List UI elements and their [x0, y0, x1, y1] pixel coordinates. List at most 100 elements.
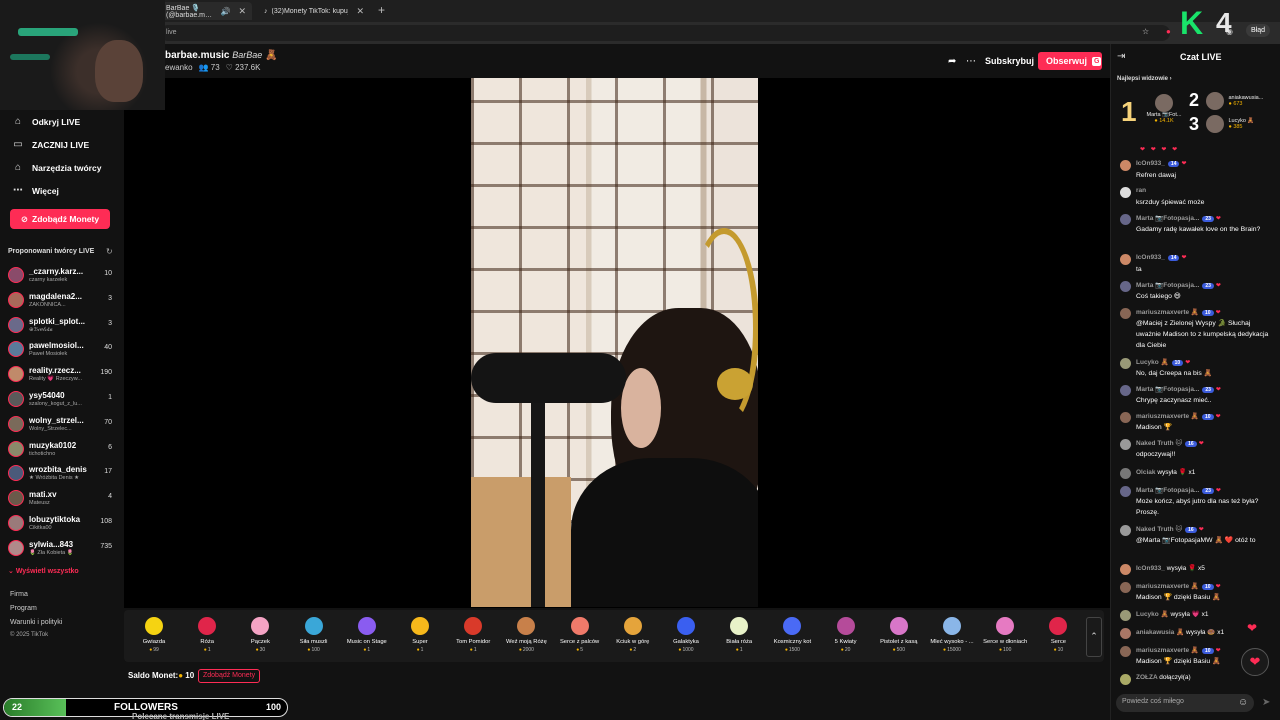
gift-item[interactable]: Mleć wysoko - ... 15000	[926, 614, 978, 660]
gift-item[interactable]: Galaktyka 1000	[660, 614, 712, 660]
tab-barbae[interactable]: BarBae 🎙️ (@barbae.m… 🔊 ✕	[160, 2, 252, 20]
get-coins-button[interactable]: ⊘ Zdobądź Monety	[10, 209, 110, 229]
chat-username[interactable]: mariuszmaxverte 🧸 10 ❤	[1136, 582, 1221, 590]
gift-item[interactable]: Tom Pomidor 1	[447, 614, 499, 660]
suggested-creator[interactable]: wrozbita_denis ★ Wróżbita Denis ★ 17	[8, 463, 114, 485]
fan-badge: 23	[1202, 216, 1214, 222]
viewer-count: 17	[104, 468, 112, 476]
top-viewer-3[interactable]: Lucyko 🧸 ● 385	[1206, 115, 1266, 133]
gift-item[interactable]: Serce z palców 5	[554, 614, 606, 660]
k4-logo: K 4	[1180, 6, 1242, 40]
chat-text: Gadamy radę kawałek love on the Brain?	[1136, 226, 1261, 233]
live-video[interactable]	[471, 78, 758, 607]
nav-more[interactable]: ⋯ Więcej	[12, 185, 59, 196]
chat-username[interactable]: mariuszmaxverte 🧸 10 ❤	[1136, 308, 1221, 316]
gift-item[interactable]: Pączek 30	[234, 614, 286, 660]
gift-item[interactable]: Kciuk w górę 2	[607, 614, 659, 660]
nav-discover-live[interactable]: ⌂ Odkryj LIVE	[12, 116, 80, 127]
chat-username[interactable]: Marta 📷Fotopasja... 23 ❤	[1136, 214, 1221, 222]
nav-start-live[interactable]: ▭ ZACZNIJ LIVE	[12, 139, 89, 150]
gift-item[interactable]: Pistolet z kasą 500	[873, 614, 925, 660]
speaker-icon[interactable]: 🔊	[220, 7, 230, 16]
more-options-icon[interactable]: ⋯	[966, 52, 976, 70]
footer-company-link[interactable]: Firma	[10, 591, 28, 598]
refresh-icon[interactable]: ↻	[106, 247, 113, 256]
close-icon[interactable]: ✕	[238, 6, 246, 17]
footer-program-link[interactable]: Program	[10, 605, 37, 612]
chat-username[interactable]: aniakawusia 🧸 wysyła 🍩 x1	[1136, 628, 1224, 636]
chat-username[interactable]: Marta 📷Fotopasja... 23 ❤	[1136, 486, 1221, 494]
chat-username[interactable]: IcOn933_ 14 ❤	[1136, 160, 1187, 167]
gift-item[interactable]: Róża 1	[181, 614, 233, 660]
chat-username[interactable]: mariuszmaxverte 🧸 10 ❤	[1136, 646, 1221, 654]
error-button[interactable]: Błąd	[1246, 24, 1271, 37]
collapse-chat-icon[interactable]: ⇥	[1117, 51, 1125, 62]
chat-username[interactable]: Marta 📷Fotopasja... 23 ❤	[1136, 385, 1221, 393]
url-input[interactable]: live	[160, 25, 1170, 41]
chat-username[interactable]: Naked Truth 🐱 16 ❤	[1136, 525, 1204, 533]
subscribe-button[interactable]: Subskrybuj	[985, 52, 1034, 70]
suggested-creator[interactable]: reality.rzecz... Reality 💗 Rzeczyw... 190	[8, 364, 114, 386]
see-all-link[interactable]: ⌄ Wyświetl wszystko	[8, 567, 79, 575]
chat-username[interactable]: mariuszmaxverte 🧸 10 ❤	[1136, 412, 1221, 420]
viewer-count: 108	[100, 518, 112, 525]
chat-username[interactable]: IcOn933_ 14 ❤	[1136, 254, 1187, 261]
footer-terms-link[interactable]: Warunki i polityki	[10, 619, 62, 626]
suggested-creator[interactable]: _czarny.karz... czarny karzełek 10	[8, 265, 114, 287]
chevron-up-icon[interactable]: ⌃	[1086, 617, 1102, 657]
gift-item[interactable]: Music on Stage 1	[341, 614, 393, 660]
gift-item[interactable]: Serce 10	[1032, 614, 1084, 660]
streamer-name[interactable]: barbae.music BarBae 🧸	[165, 50, 278, 61]
chat-username[interactable]: Lucyko 🧸 10 ❤	[1136, 358, 1190, 366]
chat-username[interactable]: ZOŁZA dołączył(a)	[1136, 674, 1191, 681]
creator-nickname: Cikitka00	[29, 525, 52, 531]
close-icon[interactable]: ✕	[356, 6, 364, 17]
top-viewer-2[interactable]: aniakawusia... ● 673	[1206, 92, 1266, 110]
chat-input[interactable]: Powiedz coś miłego	[1116, 694, 1254, 712]
share-icon[interactable]: ➦	[948, 52, 956, 70]
suggested-creator[interactable]: ysy54040 szalony_kogut_z_lu... 1	[8, 389, 114, 411]
top-viewers-title[interactable]: Najlepsi widzowie ›	[1117, 76, 1172, 82]
suggested-creator[interactable]: lobuzytiktoka Cikitka00 108	[8, 513, 114, 535]
chat-username[interactable]: Olciak wysyła 🌹 x1	[1136, 468, 1195, 476]
suggested-creator[interactable]: pawelmosiol... Paweł Mosiołek 40	[8, 339, 114, 361]
chat-username[interactable]: Naked Truth 🐱 16 ❤	[1136, 439, 1204, 447]
chat-text: @Marta 📷FotopasjaMW 🧸 ❤️ otóż to	[1136, 537, 1256, 544]
coin-icon: ⊘	[20, 213, 29, 224]
bookmark-star-icon[interactable]: ☆	[1142, 27, 1149, 36]
gift-icon	[145, 617, 163, 635]
avatar	[8, 515, 24, 531]
gift-item[interactable]: Siła muszli 100	[288, 614, 340, 660]
chat-username[interactable]: Lucyko 🧸 wysyła 💗 x1	[1136, 610, 1209, 618]
top-viewer-1[interactable]: Marta 📷Fot... ● 14.1K	[1142, 94, 1186, 124]
suggested-creator[interactable]: sylwia...843 🌷 Zła Kobieta 🌷 735	[8, 538, 114, 560]
chat-username[interactable]: IcOn933_ wysyła 🌹 x5	[1136, 564, 1205, 572]
suggested-creator[interactable]: magdalena2... ZAKONNICA... 3	[8, 290, 114, 312]
avatar	[8, 341, 24, 358]
gift-item[interactable]: Gwiazda 99	[128, 614, 180, 660]
gift-item[interactable]: Biała róża 1	[713, 614, 765, 660]
gift-item[interactable]: 5 Kwiaty 20	[820, 614, 872, 660]
gift-item[interactable]: Kosmiczny kot 1500	[766, 614, 818, 660]
suggested-creator[interactable]: wolny_strzel... Wolny_Strzelec... 70	[8, 414, 114, 436]
suggested-creator[interactable]: mati.xv Mateusz 4	[8, 488, 114, 510]
gift-name: 5 Kwiaty	[834, 639, 857, 645]
buy-coins-button[interactable]: Zdobądź Monety	[198, 669, 261, 683]
extension-icon[interactable]: ●	[1166, 27, 1171, 36]
chat-text: Może kończ, abyś jutro dla nas też była?…	[1136, 498, 1259, 516]
gift-item[interactable]: Super 1	[394, 614, 446, 660]
nav-creator-tools[interactable]: ⌂ Narzędzia twórcy	[12, 162, 101, 173]
emoji-icon[interactable]: ☺	[1238, 697, 1248, 708]
tab-monety[interactable]: ♪ (32)Monety TikTok: kupuj i do… ✕	[258, 2, 370, 20]
new-tab-icon[interactable]: +	[378, 3, 385, 17]
chat-username[interactable]: ran	[1136, 187, 1146, 194]
chat-username[interactable]: Marta 📷Fotopasja... 23 ❤	[1136, 281, 1221, 289]
suggested-creator[interactable]: splotki_splot... ⊕ℬ𝒾ℯ𝓁𝓈𝓀𝒶 3	[8, 315, 114, 337]
suggested-creator[interactable]: muzyka0102 tichotichno 6	[8, 439, 114, 461]
follow-button[interactable]: Obserwuj G	[1038, 52, 1102, 70]
gift-item[interactable]: Weź moją Różę 2000	[500, 614, 552, 660]
gift-item[interactable]: Serce w dłoniach 100	[979, 614, 1031, 660]
like-heart-button[interactable]: ❤	[1241, 648, 1269, 676]
avatar	[1120, 439, 1131, 450]
send-icon[interactable]: ➤	[1262, 697, 1270, 708]
